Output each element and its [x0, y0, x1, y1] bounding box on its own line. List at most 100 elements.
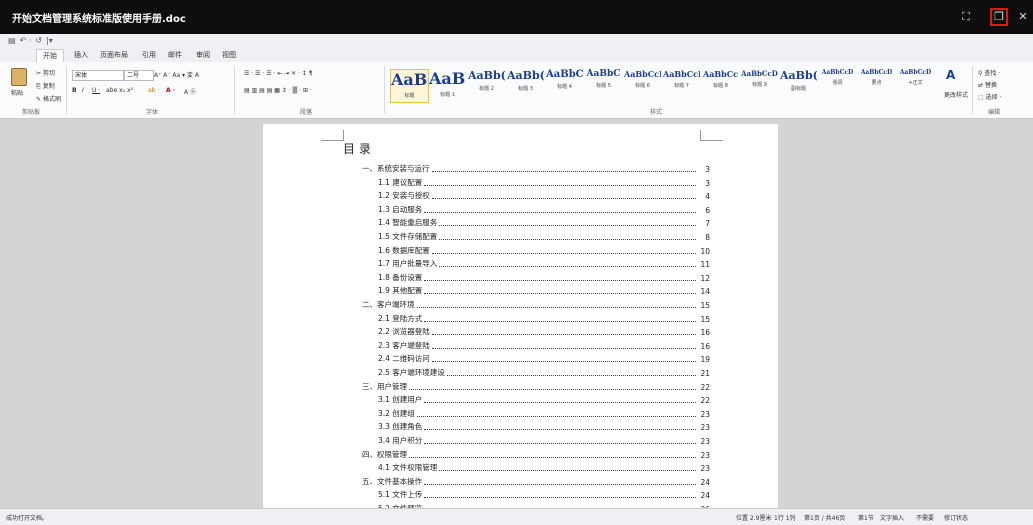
change-styles-button[interactable]: 更改样式: [944, 90, 968, 99]
track-changes-indicator[interactable]: 修订状态: [944, 513, 968, 522]
select-button[interactable]: ⬚ 选择 ·: [978, 92, 1001, 101]
toc-leader-dots: [439, 225, 696, 227]
font-size-select[interactable]: 二号: [124, 70, 154, 81]
toc-entry[interactable]: 一、系统安装与运行 3: [362, 163, 710, 174]
style-item[interactable]: AaBbCcD 强调: [819, 69, 856, 101]
style-item[interactable]: AaBbC 标题 5: [585, 69, 622, 101]
toc-entry[interactable]: 三、用户管理 22: [362, 381, 710, 392]
style-item[interactable]: AaBbCcD +正文: [897, 69, 934, 101]
toc-entry[interactable]: 3.4 用户积分 23: [378, 435, 710, 446]
tab-mailings[interactable]: 邮件: [162, 49, 188, 62]
cursor-position: 位置 2.9厘米: [736, 515, 772, 522]
toc-entry[interactable]: 1.5 文件存储配置 8: [378, 231, 710, 242]
style-item[interactable]: AaBbCcD 标题 9: [741, 69, 778, 101]
toc-entry[interactable]: 五、文件基本操作 24: [362, 476, 710, 487]
toc-entry[interactable]: 1.9 其他配置 14: [378, 285, 710, 296]
highlight-icon[interactable]: ab ·: [148, 87, 159, 94]
cut-button[interactable]: ✂ 剪切: [36, 68, 55, 77]
toc-leader-dots: [439, 266, 696, 268]
styles-group-label: 样式: [650, 109, 663, 116]
toc-entry[interactable]: 二、客户端环境 15: [362, 299, 710, 310]
tab-review[interactable]: 审阅: [190, 49, 216, 62]
style-item[interactable]: AaBbCcD 要点: [858, 69, 895, 101]
underline-icon[interactable]: U ·: [92, 87, 100, 94]
style-item[interactable]: AaBbC 标题 4: [546, 69, 583, 101]
copy-button[interactable]: ⎘ 复制: [36, 81, 55, 91]
toc-entry[interactable]: 5.1 文件上传 24: [378, 489, 710, 500]
tab-page-layout[interactable]: 页面布局: [94, 49, 134, 62]
toc-entry[interactable]: 1.7 用户批量导入 11: [378, 258, 710, 269]
find-button[interactable]: ⚲ 查找 ·: [978, 68, 1000, 77]
toc-page-number: 24: [700, 491, 710, 501]
page-counter[interactable]: 第1页 / 共46页: [804, 513, 845, 522]
toc-entry[interactable]: 2.2 浏览器登陆 16: [378, 326, 710, 337]
style-name: 副标题: [790, 86, 806, 92]
style-item[interactable]: AaBbCc 标题 8: [702, 69, 739, 101]
char-shading-icon[interactable]: A ㊉: [184, 87, 196, 96]
customize-qat-icon[interactable]: |▾: [46, 36, 53, 45]
window-title: 开始文档管理系统标准版使用手册.doc: [12, 14, 186, 25]
toc-entry[interactable]: 1.8 备份设置 12: [378, 272, 710, 283]
toc-entry[interactable]: 1.4 智能重启服务 7: [378, 217, 710, 228]
toc-leader-dots: [431, 334, 696, 336]
toc-entry[interactable]: 2.1 登陆方式 15: [378, 313, 710, 324]
replace-button[interactable]: ⇄ 替换: [978, 80, 997, 89]
style-sample: AaBbCcD: [741, 69, 778, 78]
toc-entry[interactable]: 3.3 创建角色 23: [378, 421, 710, 432]
strikethrough-icon[interactable]: abe x₂ x²: [106, 87, 133, 94]
toc-page-number: 21: [700, 369, 710, 378]
fullscreen-icon[interactable]: ⛶: [958, 9, 974, 25]
style-name: 标题 4: [557, 84, 572, 90]
toc-entry[interactable]: 1.6 数据库配置 10: [378, 245, 710, 256]
toc-entry[interactable]: 2.3 客户端登陆 16: [378, 340, 710, 351]
paste-button[interactable]: 粘贴: [8, 68, 30, 102]
font-color-icon[interactable]: A ·: [166, 87, 175, 94]
toc-entry[interactable]: 3.2 创建组 23: [378, 408, 710, 419]
style-item[interactable]: AaBbCcI 标题 6: [624, 69, 661, 101]
style-item[interactable]: AaBbCcI 标题 7: [663, 69, 700, 101]
toc-entry[interactable]: 四、权限管理 23: [362, 449, 710, 460]
style-sample: AaBb(: [507, 69, 544, 82]
undo-icon[interactable]: ↶ ·: [20, 36, 32, 45]
bold-icon[interactable]: B: [72, 87, 77, 94]
toc-leader-dots: [446, 375, 696, 376]
format-painter-button[interactable]: ✎ 格式刷: [36, 94, 61, 103]
style-name: 标题 8: [713, 83, 728, 89]
style-item[interactable]: AaBb(标题 2: [468, 69, 505, 101]
insert-mode[interactable]: 文字插入: [880, 513, 904, 522]
change-styles-icon[interactable]: A: [946, 68, 955, 82]
bullets-icon[interactable]: ☰ · ☰ · ☰ · ⇤ ⇥ ✕ · ↕ ¶: [244, 70, 313, 77]
toc-entry[interactable]: 4.1 文件权限管理 23: [378, 462, 710, 473]
style-item[interactable]: AaBb(副标题: [780, 69, 817, 101]
group-divider: [384, 66, 385, 114]
style-item[interactable]: AaBl 标题 1: [429, 69, 466, 101]
toc-entry-text: 四、权限管理: [362, 449, 407, 459]
toc-page-number: 8: [705, 233, 710, 242]
toc-entry[interactable]: 1.2 安装与授权 4: [378, 190, 710, 201]
close-icon[interactable]: ✕: [1015, 9, 1031, 25]
document-workspace[interactable]: 目 录 一、系统安装与运行 3 1.1 建议配置 3 1.2 安装与授权 4 1.3 启动服…: [0, 119, 1033, 514]
tab-view[interactable]: 视图: [216, 49, 242, 62]
toc-entry[interactable]: 1.1 建议配置 3: [378, 177, 710, 188]
style-item[interactable]: AaBl 标题: [390, 69, 429, 103]
toc-entry[interactable]: 2.5 客户端环境建设 21: [378, 367, 710, 378]
toc-leader-dots: [424, 483, 696, 485]
tab-home[interactable]: 开始: [36, 49, 64, 63]
font-name-select[interactable]: 宋体: [72, 70, 124, 81]
ribbon-tabs: 开始 插入 页面布局 引用 邮件 审阅 视图: [0, 48, 1033, 63]
tab-insert[interactable]: 插入: [68, 49, 94, 62]
redo-icon[interactable]: ↺: [35, 36, 42, 45]
style-name: 要点: [871, 80, 882, 86]
toc-entry[interactable]: 2.4 二维码访问 19: [378, 353, 710, 364]
tab-references[interactable]: 引用: [136, 49, 162, 62]
save-icon[interactable]: ▤: [8, 36, 16, 45]
paragraph-group-label: 段落: [300, 109, 313, 116]
style-item[interactable]: AaBb(标题 3: [507, 69, 544, 101]
align-left-icon[interactable]: ▤ ▥ ▤ ▤ ▦ ↕ · ▒ · ⊞ ·: [244, 87, 312, 94]
revision-indicator[interactable]: 不需要: [916, 513, 934, 522]
italic-icon[interactable]: I: [82, 87, 84, 94]
toc-entry[interactable]: 1.3 启动服务 6: [378, 204, 710, 215]
restore-window-icon[interactable]: ❐: [990, 8, 1008, 26]
toc-entry[interactable]: 3.1 创建用户 22: [378, 394, 710, 405]
grow-font-icon[interactable]: A⁺ A⁻ Aa ▾ 変 A: [154, 70, 199, 79]
